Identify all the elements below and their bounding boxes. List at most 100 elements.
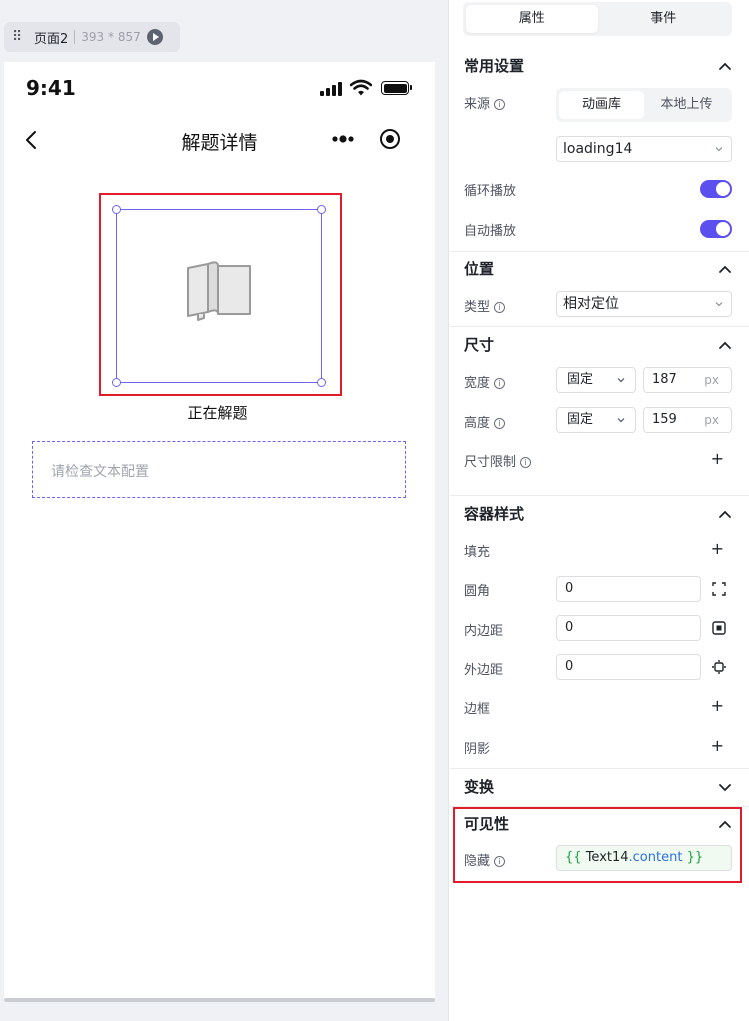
autoplay-label: 自动播放: [464, 224, 517, 239]
width-unit: px: [704, 373, 719, 387]
position-type-value: 相对定位: [563, 296, 619, 312]
autoplay-toggle[interactable]: [700, 220, 732, 238]
divider: [74, 30, 76, 44]
add-fill-plus-icon[interactable]: +: [711, 541, 724, 557]
drag-handle-icon[interactable]: ⠿: [12, 30, 26, 44]
loop-toggle[interactable]: [700, 180, 732, 198]
animation-value: loading14: [563, 141, 633, 157]
target-icon[interactable]: [379, 128, 401, 150]
hide-expression-input[interactable]: {{ Text14.content }}: [556, 845, 732, 871]
resize-handle[interactable]: [317, 205, 326, 214]
page-title: 解题详情: [181, 132, 258, 154]
section-title: 尺寸: [464, 336, 495, 354]
expr-close-brace: }}: [686, 850, 704, 865]
canvas-scrollbar[interactable]: [4, 998, 435, 1002]
padding-input[interactable]: 0: [556, 615, 701, 641]
section-container-header[interactable]: 容器样式: [464, 503, 734, 527]
position-type-label: 类型 i: [464, 296, 506, 315]
section-title: 常用设置: [464, 57, 525, 75]
animation-select[interactable]: loading14: [556, 136, 732, 162]
height-mode-select[interactable]: 固定: [556, 407, 636, 433]
source-option-library[interactable]: 动画库: [559, 91, 644, 119]
divider: [450, 251, 749, 252]
divider: [450, 768, 749, 769]
padding-label: 内边距: [464, 624, 504, 639]
width-value: 187: [652, 372, 677, 387]
padding-value: 0: [565, 620, 574, 635]
section-size-header[interactable]: 尺寸: [464, 334, 734, 358]
loop-label: 循环播放: [464, 184, 517, 199]
battery-icon: [381, 81, 412, 95]
divider: [450, 495, 749, 496]
chevron-up-icon[interactable]: [718, 59, 732, 73]
text-component[interactable]: 请检查文本配置: [32, 441, 406, 498]
width-input[interactable]: 187 px: [643, 367, 732, 393]
height-mode-value: 固定: [567, 412, 594, 427]
info-icon[interactable]: i: [494, 99, 506, 110]
margin-value: 0: [565, 659, 574, 674]
section-title: 位置: [464, 260, 495, 278]
radius-input[interactable]: 0: [556, 576, 701, 602]
add-shadow-plus-icon[interactable]: +: [711, 738, 724, 754]
tab-properties[interactable]: 属性: [466, 5, 598, 33]
chevron-down-icon: [617, 418, 625, 423]
expr-object: Text14: [585, 850, 629, 865]
chevron-up-icon[interactable]: [718, 338, 732, 352]
section-title: 变换: [464, 778, 495, 796]
status-time: 9:41: [26, 76, 76, 100]
margin-label: 外边距: [464, 663, 504, 678]
chevron-down-icon[interactable]: [718, 780, 732, 794]
status-bar: 9:41: [4, 62, 435, 112]
border-label: 边框: [464, 702, 491, 717]
more-dots-icon[interactable]: [331, 132, 355, 146]
radius-icon[interactable]: [712, 582, 726, 596]
resize-handle[interactable]: [112, 205, 121, 214]
info-icon[interactable]: i: [494, 302, 506, 313]
height-unit: px: [704, 413, 719, 427]
radius-value: 0: [565, 581, 574, 596]
add-size-limit-plus-icon[interactable]: +: [711, 451, 724, 467]
width-mode-value: 固定: [567, 372, 594, 387]
signal-icon: [320, 82, 344, 96]
source-segmented: 动画库 本地上传: [556, 88, 732, 122]
tab-events[interactable]: 事件: [598, 5, 730, 33]
play-icon[interactable]: [146, 29, 163, 45]
loading-label: 正在解题: [187, 404, 248, 422]
expr-open-brace: {{: [565, 850, 582, 865]
chevron-down-icon: [617, 378, 625, 383]
size-limit-label: 尺寸限制 i: [464, 451, 532, 470]
width-mode-select[interactable]: 固定: [556, 367, 636, 393]
padding-icon[interactable]: [712, 621, 726, 635]
section-position-header[interactable]: 位置: [464, 258, 734, 282]
height-value: 159: [652, 412, 677, 427]
add-border-plus-icon[interactable]: +: [711, 698, 724, 714]
page-tag[interactable]: ⠿ 页面2 393 * 857: [4, 22, 180, 52]
info-icon[interactable]: i: [494, 418, 506, 429]
section-title: 容器样式: [464, 505, 525, 523]
section-common-header[interactable]: 常用设置: [464, 55, 734, 79]
radius-label: 圆角: [464, 584, 491, 599]
book-placeholder-icon: [187, 261, 251, 321]
margin-input[interactable]: 0: [556, 654, 701, 680]
resize-handle[interactable]: [112, 378, 121, 387]
margin-icon[interactable]: [712, 660, 726, 674]
info-icon[interactable]: i: [520, 457, 532, 468]
shadow-label: 阴影: [464, 742, 491, 757]
source-label: 来源 i: [464, 93, 506, 112]
source-option-upload[interactable]: 本地上传: [644, 91, 729, 119]
width-label: 宽度 i: [464, 372, 506, 391]
resize-handle[interactable]: [317, 378, 326, 387]
design-canvas: ⠿ 页面2 393 * 857 9:41 解题详情 正在解题 请检查文本配置: [0, 0, 449, 1021]
chevron-down-icon: [715, 302, 723, 307]
expr-property: .content: [628, 850, 683, 865]
chevron-up-icon[interactable]: [718, 262, 732, 276]
panel-tabs: 属性 事件: [463, 2, 732, 36]
chevron-up-icon[interactable]: [718, 507, 732, 521]
height-input[interactable]: 159 px: [643, 407, 732, 433]
nav-bar: 解题详情: [4, 120, 435, 160]
section-transform-header[interactable]: 变换: [464, 776, 734, 800]
height-label: 高度 i: [464, 412, 506, 431]
position-type-select[interactable]: 相对定位: [556, 291, 732, 317]
info-icon[interactable]: i: [494, 378, 506, 389]
divider: [450, 326, 749, 327]
